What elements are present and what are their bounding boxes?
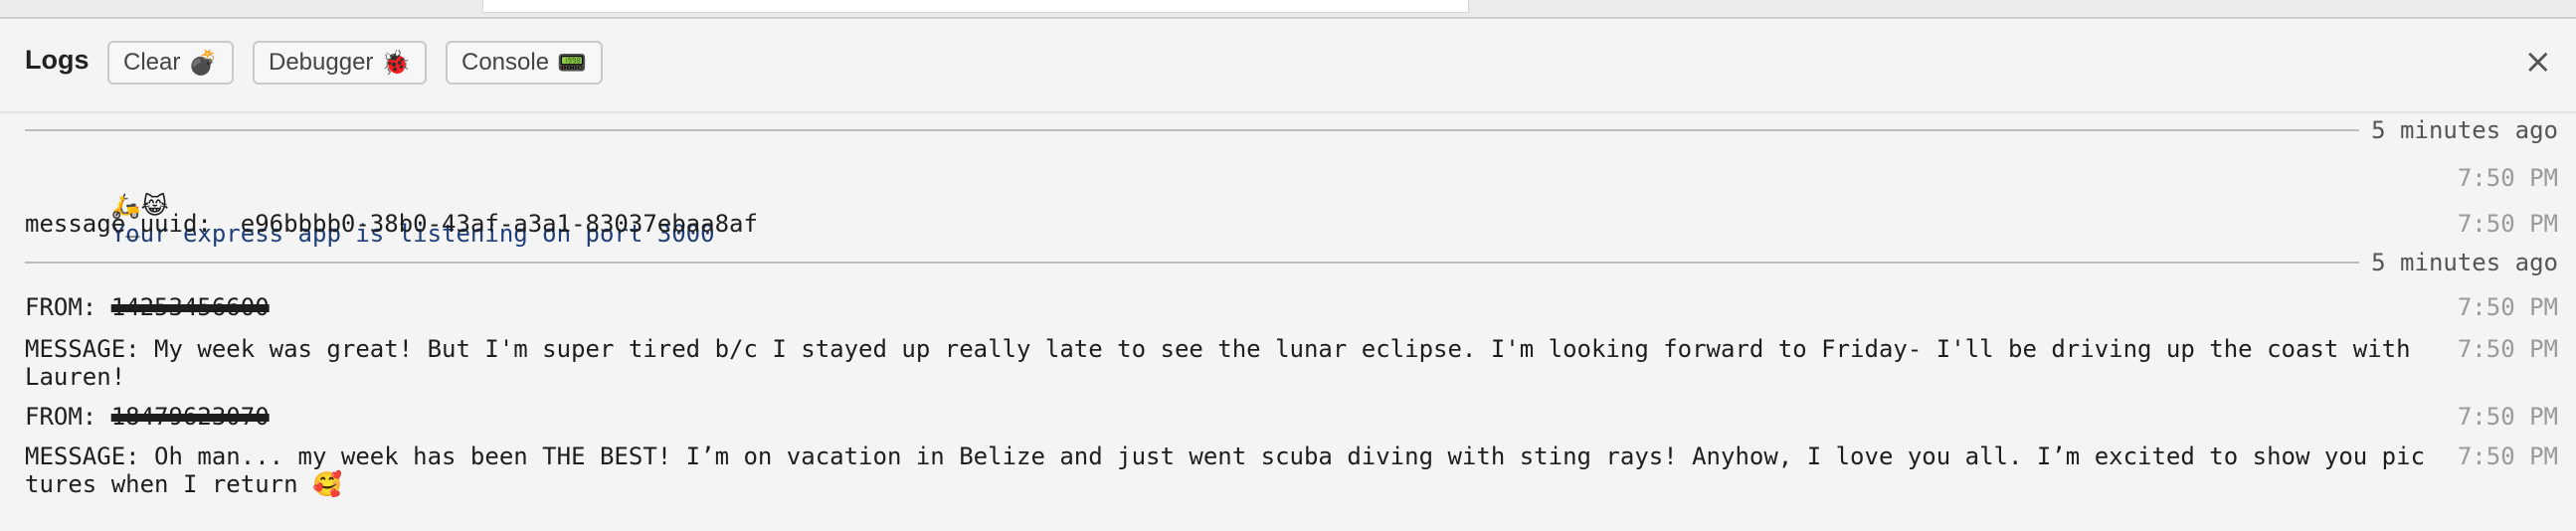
smiling-face-hearts-icon: 🥰 (311, 470, 342, 498)
log-message: MESSAGE: Oh man... my week has been THE … (25, 442, 2426, 498)
log-timestamp: 7:50 PM (2457, 335, 2558, 363)
time-separator: 5 minutes ago (25, 248, 2558, 277)
log-entry: MESSAGE: My week was great! But I'm supe… (25, 335, 2558, 391)
time-separator: 5 minutes ago (25, 115, 2558, 145)
log-message: e96bbbb0-38b0-43af-a3a1-83037ebaa8af (240, 210, 758, 238)
log-entry: message_uuid: e96bbbb0-38b0-43af-a3a1-83… (25, 210, 2558, 238)
log-timestamp: 7:50 PM (2457, 210, 2558, 238)
log-message: MESSAGE: My week was great! But I'm supe… (25, 335, 2426, 391)
bomb-icon: 💣 (188, 49, 219, 77)
log-entry: FROM: 14253456600 7:50 PM (25, 293, 2558, 321)
ladybug-icon: 🐞 (381, 49, 412, 77)
clear-button[interactable]: Clear 💣 (107, 41, 235, 85)
log-prefix: FROM: (25, 403, 111, 431)
console-button[interactable]: Console 📟 (446, 41, 603, 85)
log-prefix: message_uuid: (25, 210, 241, 238)
pager-icon: 📟 (557, 49, 587, 77)
log-prefix: FROM: (25, 293, 111, 321)
log-timestamp: 7:50 PM (2457, 403, 2558, 431)
log-list: 5 minutes ago 🛵😹 Your express app is lis… (0, 112, 2576, 531)
log-timestamp: 7:50 PM (2457, 293, 2558, 321)
close-icon[interactable]: × (2524, 45, 2553, 79)
separator-line (25, 129, 2360, 131)
editor-top-strip (0, 0, 2576, 19)
editor-pane-edge (482, 0, 1469, 13)
separator-line (25, 262, 2360, 264)
separator-time-ago: 5 minutes ago (2371, 249, 2558, 276)
log-entry: MESSAGE: Oh man... my week has been THE … (25, 442, 2558, 498)
debugger-button[interactable]: Debugger 🐞 (253, 41, 428, 85)
redacted-phone-number: 14253456600 (110, 293, 270, 321)
redacted-phone-number: 18479623070 (110, 403, 270, 431)
debugger-button-label: Debugger (269, 49, 374, 76)
log-entry: FROM: 18479623070 7:50 PM (25, 403, 2558, 431)
logs-title: Logs (25, 45, 90, 75)
log-timestamp: 7:50 PM (2457, 442, 2558, 470)
log-timestamp: 7:50 PM (2457, 164, 2558, 192)
console-button-label: Console (461, 49, 550, 76)
separator-time-ago: 5 minutes ago (2371, 116, 2558, 144)
logs-header: Logs Clear 💣 Debugger 🐞 Console 📟 × (0, 19, 2576, 113)
clear-button-label: Clear (123, 49, 181, 76)
